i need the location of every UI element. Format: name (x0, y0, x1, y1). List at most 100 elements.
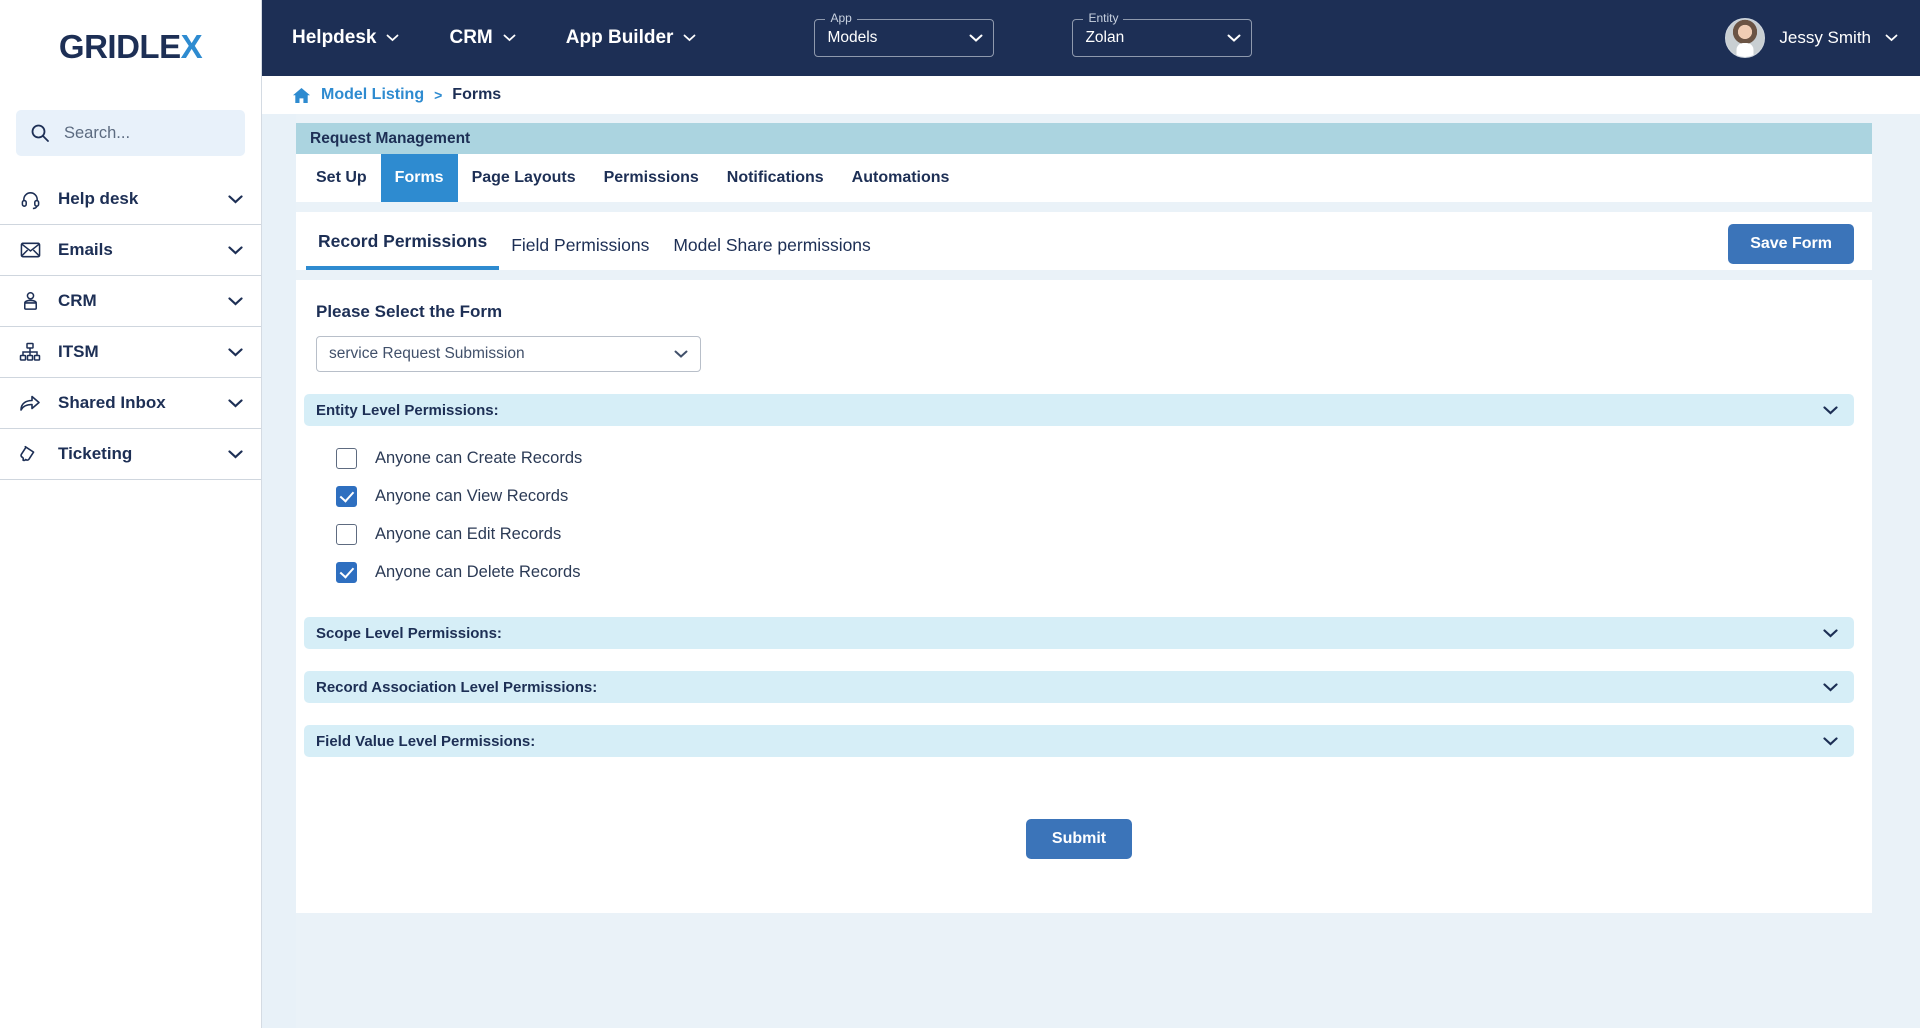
section-field-value-level-permissions[interactable]: Field Value Level Permissions: (304, 725, 1854, 757)
chevron-down-icon (228, 296, 243, 306)
logo-text-main: GRIDLE (58, 27, 181, 65)
logo-text-accent: X (180, 27, 203, 65)
chevron-down-icon (969, 34, 983, 43)
envelope-icon (18, 241, 42, 259)
page-title: Request Management (310, 129, 471, 147)
sidebar-item-shared-inbox[interactable]: Shared Inbox (0, 378, 261, 429)
sidebar-item-label: Shared Inbox (58, 393, 166, 412)
checkbox-anyone-can-delete-records[interactable]: Anyone can Delete Records (336, 562, 1854, 583)
app-root: GRIDLEX Search... Help desk Emails CRM I… (0, 0, 1920, 1028)
top-navigation-bar: Helpdesk CRM App Builder App Models Enti… (262, 0, 1920, 76)
tab-notifications[interactable]: Notifications (713, 154, 838, 202)
entity-select-label: Entity (1083, 11, 1124, 25)
share-arrow-icon (18, 393, 42, 413)
sidebar-item-help-desk[interactable]: Help desk (0, 174, 261, 225)
entity-select[interactable]: Entity Zolan (1072, 11, 1253, 57)
main-column: Helpdesk CRM App Builder App Models Enti… (262, 0, 1920, 1028)
home-icon[interactable] (292, 87, 311, 104)
chevron-down-icon (1885, 34, 1898, 42)
sidebar-item-crm[interactable]: CRM (0, 276, 261, 327)
secondary-tabs: Record Permissions Field Permissions Mod… (294, 212, 1872, 270)
org-chart-icon (18, 342, 42, 362)
user-menu[interactable]: Jessy Smith (1725, 18, 1898, 58)
chevron-down-icon (228, 449, 243, 459)
app-select-value: Models (827, 29, 878, 46)
primary-tabs: Set Up Forms Page Layouts Permissions No… (294, 154, 1872, 202)
subtab-model-share-permissions[interactable]: Model Share permissions (661, 235, 882, 270)
avatar (1725, 18, 1766, 58)
top-menu-crm[interactable]: CRM (449, 27, 516, 49)
breadcrumb-separator: > (434, 87, 443, 103)
tab-automations[interactable]: Automations (838, 154, 964, 202)
submit-row: Submit (304, 757, 1854, 889)
sidebar-item-emails[interactable]: Emails (0, 225, 261, 276)
chevron-down-icon (228, 398, 243, 408)
section-title: Entity Level Permissions: (316, 401, 499, 419)
chevron-down-icon (228, 194, 243, 204)
chevron-down-icon (503, 34, 516, 42)
subtab-record-permissions[interactable]: Record Permissions (306, 231, 500, 270)
sidebar-item-label: Help desk (58, 189, 139, 208)
tab-page-layouts[interactable]: Page Layouts (458, 154, 590, 202)
top-menu-label: CRM (449, 27, 493, 48)
person-badge-icon (18, 291, 42, 312)
form-select-value: service Request Submission (329, 345, 525, 362)
section-entity-level-permissions[interactable]: Entity Level Permissions: (304, 394, 1854, 426)
section-record-association-level-permissions[interactable]: Record Association Level Permissions: (304, 671, 1854, 703)
submit-button[interactable]: Submit (1026, 819, 1132, 859)
sidebar-item-itsm[interactable]: ITSM (0, 327, 261, 378)
top-menu-label: Helpdesk (292, 27, 377, 48)
checkbox-box[interactable] (336, 486, 357, 507)
app-select[interactable]: App Models (814, 11, 995, 57)
context-selectors: App Models Entity Zolan (814, 11, 1253, 57)
sidebar-item-label: CRM (58, 291, 97, 310)
section-scope-level-permissions[interactable]: Scope Level Permissions: (304, 617, 1854, 649)
checkbox-label: Anyone can Create Records (375, 449, 583, 467)
sidebar-nav: Help desk Emails CRM ITSM Shared Inbox T… (0, 174, 261, 480)
breadcrumb-link-model-listing[interactable]: Model Listing (321, 86, 424, 104)
ticket-icon (18, 444, 42, 464)
tab-forms[interactable]: Forms (380, 154, 458, 202)
top-menu-app-builder[interactable]: App Builder (566, 27, 697, 49)
form-select[interactable]: service Request Submission (316, 336, 701, 372)
breadcrumb: Model Listing > Forms (262, 76, 1920, 114)
entity-select-value: Zolan (1085, 29, 1125, 46)
section-title: Record Association Level Permissions: (316, 678, 598, 696)
content-left-gutter (262, 114, 296, 1028)
breadcrumb-current-forms: Forms (452, 86, 502, 103)
top-menu: Helpdesk CRM App Builder (292, 27, 696, 49)
subtab-field-permissions[interactable]: Field Permissions (499, 235, 661, 270)
section-title: Scope Level Permissions: (316, 624, 502, 642)
chevron-down-icon (1823, 682, 1838, 692)
save-form-button[interactable]: Save Form (1728, 224, 1854, 264)
checkbox-box[interactable] (336, 448, 357, 469)
sidebar: GRIDLEX Search... Help desk Emails CRM I… (0, 0, 262, 1028)
sidebar-item-ticketing[interactable]: Ticketing (0, 429, 261, 480)
chevron-down-icon (1823, 736, 1838, 746)
app-select-label: App (825, 11, 857, 25)
checkbox-box[interactable] (336, 524, 357, 545)
request-management-card: Request Management Set Up Forms Page Lay… (294, 123, 1872, 202)
entity-permission-checkbox-group: Anyone can Create Records Anyone can Vie… (304, 426, 1854, 595)
checkbox-label: Anyone can Delete Records (375, 563, 581, 581)
checkbox-label: Anyone can Edit Records (375, 525, 562, 543)
checkbox-box[interactable] (336, 562, 357, 583)
record-permissions-form: Please Select the Form service Request S… (294, 280, 1872, 913)
user-name: Jessy Smith (1779, 28, 1871, 47)
logo-text: GRIDLEX (58, 27, 203, 65)
chevron-down-icon (674, 350, 688, 359)
sidebar-item-label: Ticketing (58, 444, 133, 463)
chevron-down-icon (228, 347, 243, 357)
chevron-down-icon (228, 245, 243, 255)
headset-icon (18, 189, 42, 210)
page-content: Request Management Set Up Forms Page Lay… (262, 114, 1920, 1028)
search-input[interactable]: Search... (16, 110, 245, 156)
tab-permissions[interactable]: Permissions (590, 154, 713, 202)
checkbox-anyone-can-create-records[interactable]: Anyone can Create Records (336, 448, 1854, 469)
brand-logo[interactable]: GRIDLEX (0, 0, 261, 92)
chevron-down-icon (1823, 405, 1838, 415)
checkbox-anyone-can-edit-records[interactable]: Anyone can Edit Records (336, 524, 1854, 545)
top-menu-helpdesk[interactable]: Helpdesk (292, 27, 399, 49)
checkbox-anyone-can-view-records[interactable]: Anyone can View Records (336, 486, 1854, 507)
tab-set-up[interactable]: Set Up (302, 154, 381, 202)
